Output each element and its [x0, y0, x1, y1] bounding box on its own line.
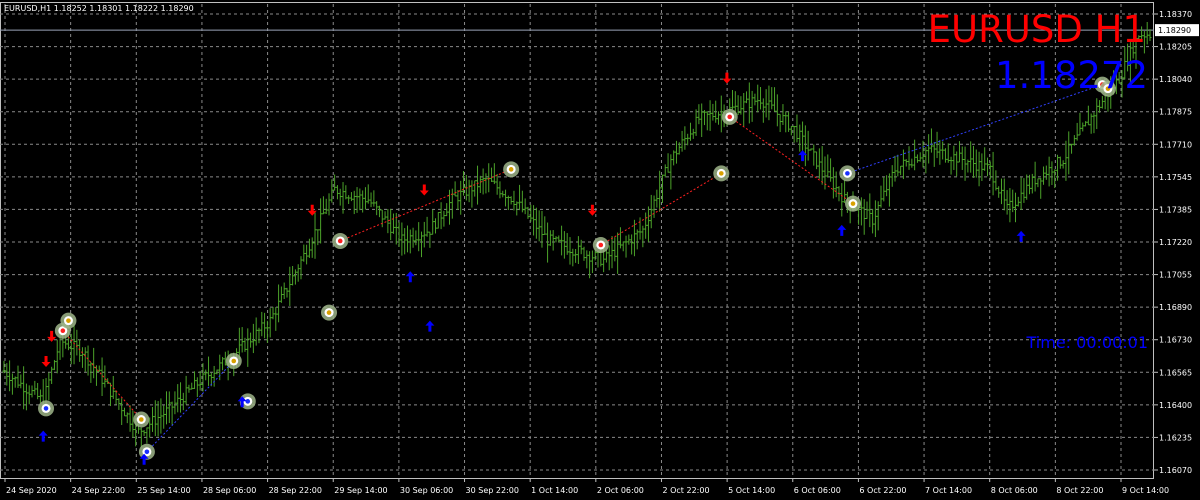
x-tick-label: 30 Sep 22:00	[466, 486, 519, 495]
signal-ring-dot	[850, 201, 856, 206]
sell-arrow-icon	[419, 184, 429, 196]
x-tick-label: 28 Sep 22:00	[269, 486, 322, 495]
y-tick-label: 1.18370	[1159, 10, 1192, 19]
signal-ring-dot	[337, 238, 343, 244]
signal-ring-dot	[66, 318, 71, 323]
buy-arrow-icon	[837, 224, 847, 236]
chart-window[interactable]: 1.18370 1.18205 1.18040 1.17875 1.17710 1.175…	[0, 0, 1200, 500]
sell-arrow-icon	[722, 72, 732, 84]
x-tick-label: 24 Sep 22:00	[72, 486, 125, 495]
ohlc-readout: EURUSD,H1 1.18252 1.18301 1.18222 1.1829…	[4, 4, 194, 13]
x-tick-label: 6 Oct 06:00	[794, 486, 841, 495]
signal-ring-dot	[719, 171, 724, 176]
y-tick-label: 1.17875	[1159, 108, 1192, 117]
x-tick-label: 1 Oct 14:00	[531, 486, 578, 495]
y-tick-label: 1.17545	[1159, 173, 1192, 182]
buy-arrow-icon	[38, 430, 48, 442]
sell-arrow-icon	[41, 356, 51, 368]
y-tick-label: 1.18205	[1159, 43, 1192, 52]
buy-arrow-icon	[405, 271, 415, 283]
signal-connector-line	[847, 84, 1103, 174]
x-tick-label: 8 Oct 06:00	[991, 486, 1038, 495]
y-tick-label: 1.17220	[1159, 238, 1192, 247]
bar-timer-label: Time: 00:00:01	[1026, 333, 1149, 352]
x-tick-label: 29 Sep 14:00	[334, 486, 387, 495]
y-tick-label: 1.18040	[1159, 75, 1192, 84]
y-tick-label: 1.16400	[1159, 401, 1192, 410]
y-tick-label: 1.16070	[1159, 466, 1192, 475]
y-tick-label: 1.16730	[1159, 336, 1192, 345]
x-tick-label: 6 Oct 22:00	[859, 486, 906, 495]
x-tick-label: 9 Oct 14:00	[1122, 486, 1169, 495]
signal-ring-dot	[727, 114, 733, 120]
y-tick-label: 1.17055	[1159, 271, 1192, 280]
signal-ring-dot	[138, 417, 144, 422]
big-price-label: 1.18272	[994, 54, 1148, 97]
signal-ring-dot	[508, 167, 514, 172]
buy-arrow-icon	[425, 320, 435, 332]
y-tick-label: 1.16235	[1159, 433, 1192, 442]
x-tick-label: 7 Oct 14:00	[925, 486, 972, 495]
signal-ring-dot	[598, 242, 604, 248]
x-tick-label: 24 Sep 2020	[6, 486, 57, 495]
x-tick-label: 8 Oct 22:00	[1056, 486, 1103, 495]
current-price-tag-text: 1.18290	[1158, 26, 1191, 35]
symbol-timeframe-label: EURUSD H1	[927, 8, 1146, 51]
y-tick-label: 1.16890	[1159, 303, 1192, 312]
x-tick-label: 2 Oct 06:00	[597, 486, 644, 495]
signal-ring-dot	[245, 399, 251, 404]
y-tick-label: 1.16565	[1159, 368, 1192, 377]
signal-ring-dot	[845, 171, 850, 176]
y-tick-label: 1.17385	[1159, 205, 1192, 214]
signal-ring-dot	[60, 328, 66, 334]
signal-connector-line	[146, 360, 235, 453]
signal-ring-dot	[43, 406, 49, 411]
x-tick-label: 2 Oct 22:00	[662, 486, 709, 495]
x-tick-label: 30 Sep 06:00	[400, 486, 453, 495]
y-tick-label: 1.17710	[1159, 140, 1192, 149]
buy-arrow-icon	[1016, 230, 1026, 242]
x-tick-label: 25 Sep 14:00	[137, 486, 190, 495]
x-tick-label: 5 Oct 14:00	[728, 486, 775, 495]
signal-ring-dot	[144, 449, 150, 455]
signal-ring-dot	[326, 310, 332, 315]
signal-ring-dot	[231, 358, 237, 364]
x-tick-label: 28 Sep 06:00	[203, 486, 256, 495]
